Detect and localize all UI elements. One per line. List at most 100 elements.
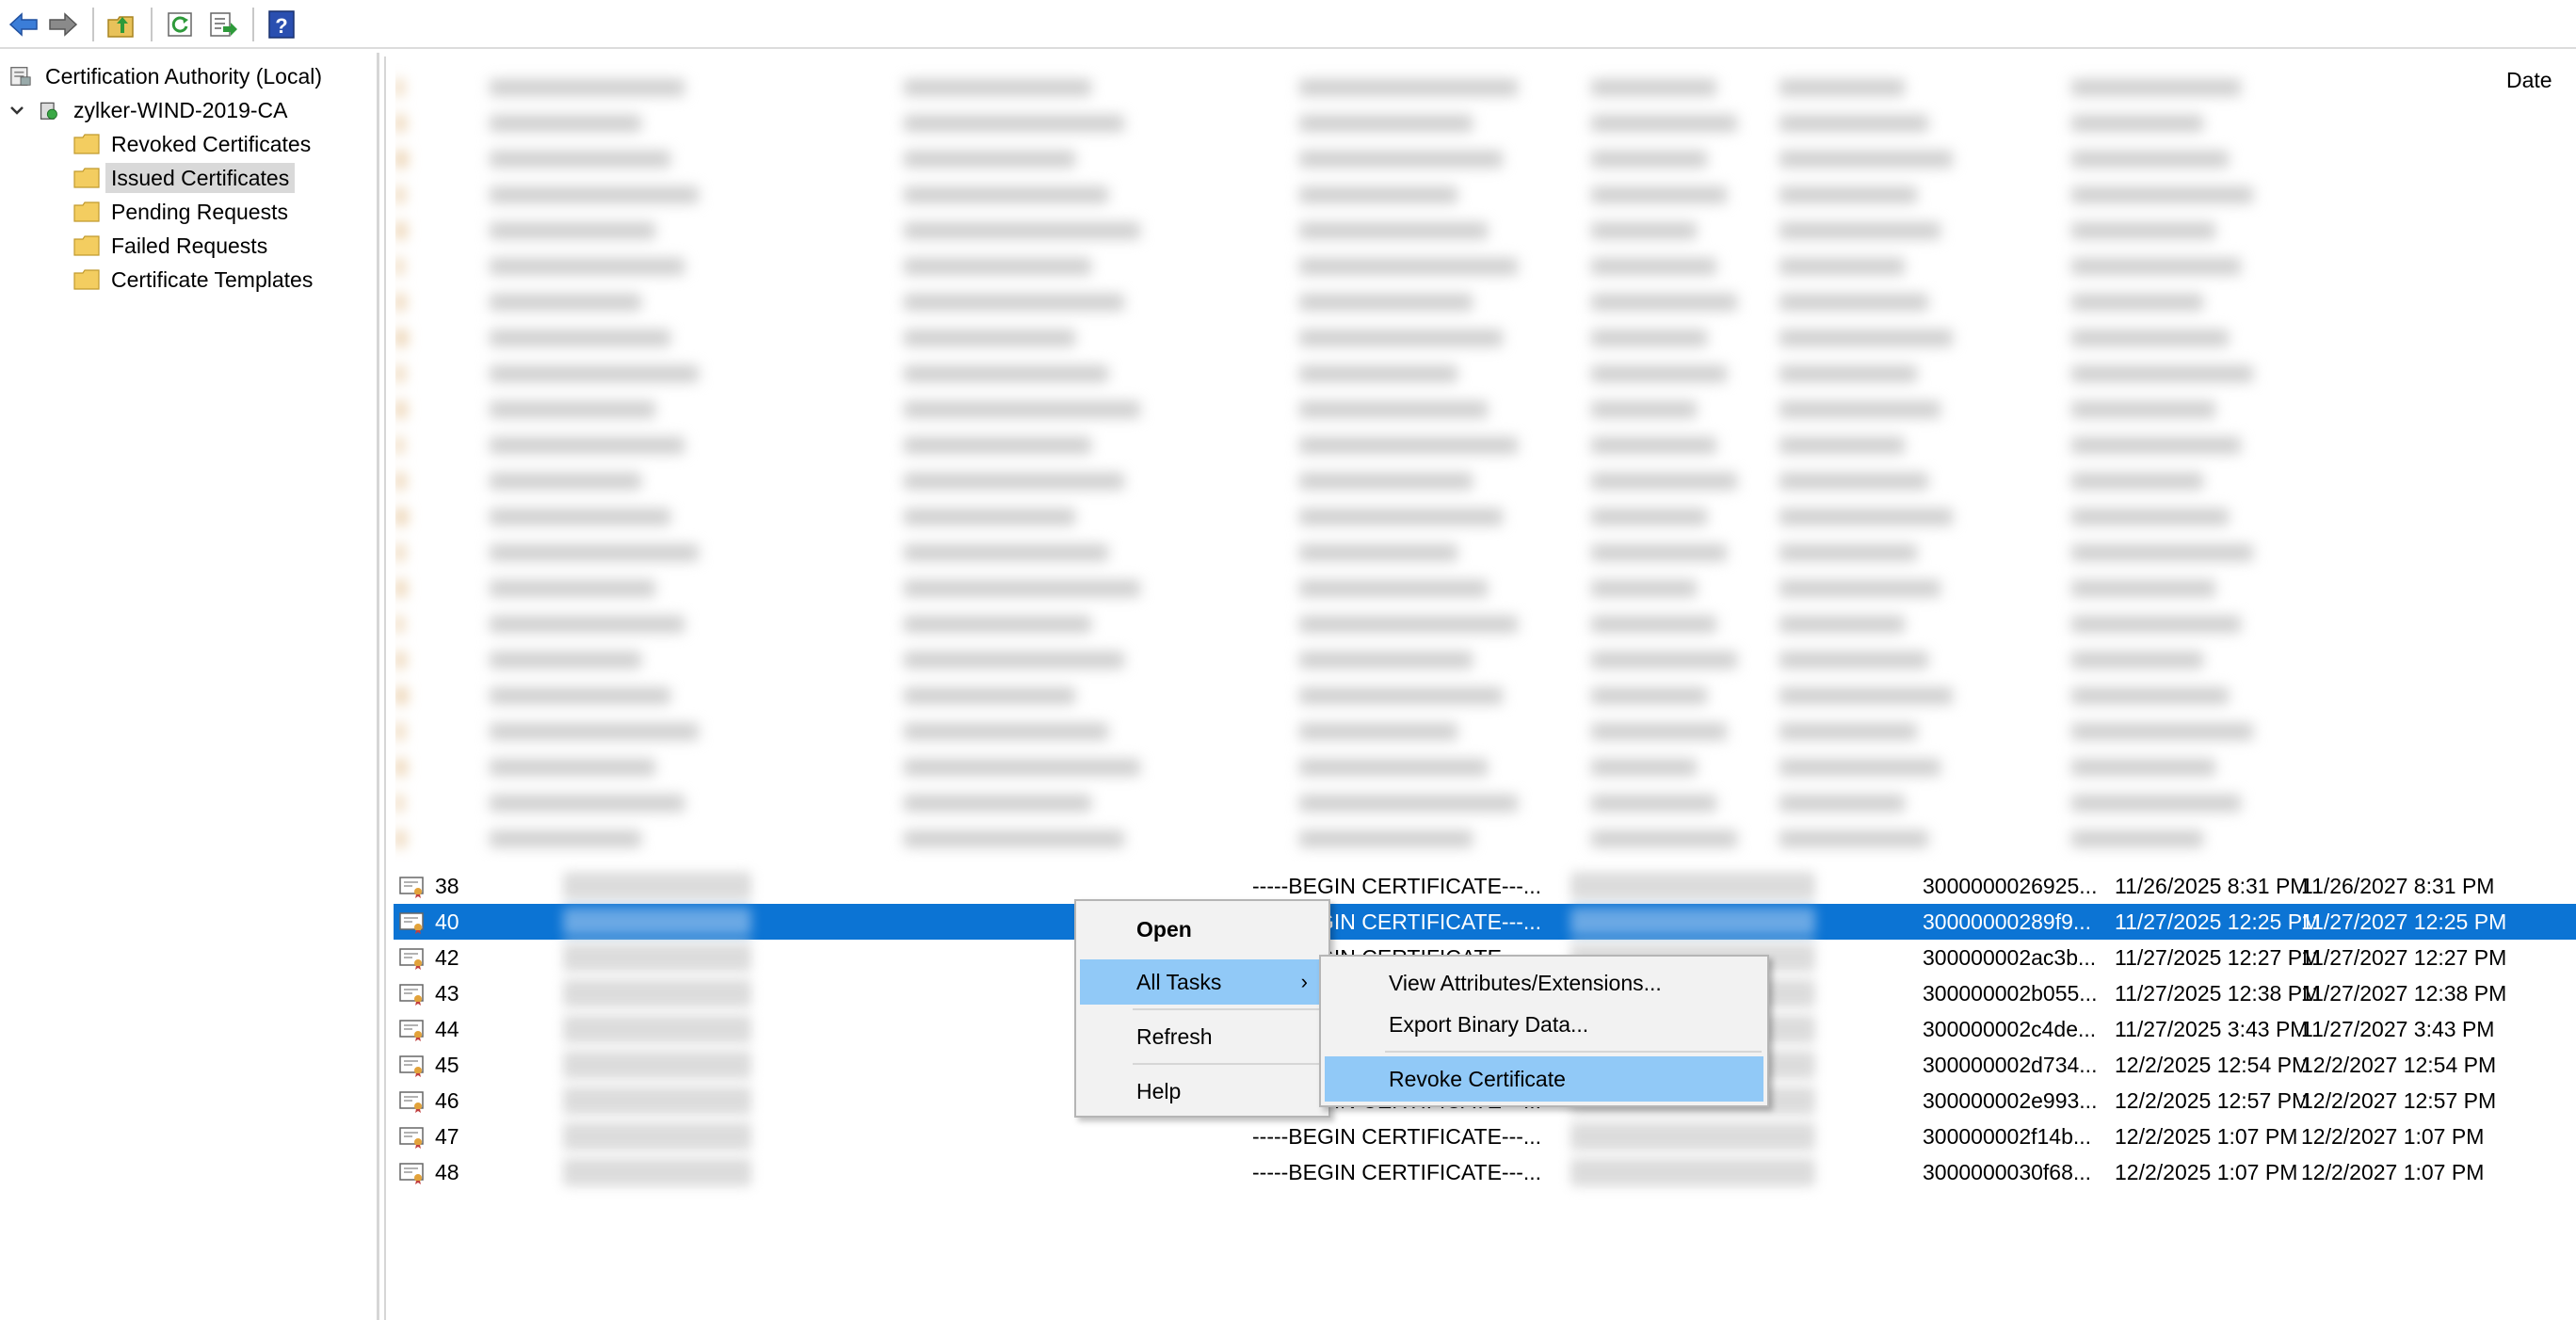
redacted-cell xyxy=(2071,616,2241,633)
redacted-cell xyxy=(490,151,670,168)
redacted-cell xyxy=(490,186,700,203)
redacted-cell xyxy=(1299,294,1473,311)
effective-date-cell: 11/26/2025 8:31 PM xyxy=(2115,874,2309,898)
menu-item-export-binary-data[interactable]: Export Binary Data... xyxy=(1325,1002,1763,1047)
redacted-cell xyxy=(1591,687,1707,704)
serial-number-cell: 300000002c4de... xyxy=(1923,1017,2097,1041)
redacted-cell xyxy=(1299,616,1518,633)
menu-item-revoke-certificate[interactable]: Revoke Certificate xyxy=(1325,1056,1763,1102)
help-icon[interactable]: ? xyxy=(264,8,299,41)
redacted-cell xyxy=(904,616,1092,633)
request-id-cell: 45 xyxy=(435,1053,459,1077)
redacted-cell xyxy=(1779,830,1929,847)
redacted-cell xyxy=(2071,401,2216,418)
serial-number-cell: 300000002ac3b... xyxy=(1923,945,2097,970)
redacted-cell xyxy=(904,759,1141,776)
redacted-cell xyxy=(1779,151,1953,168)
redacted-cell xyxy=(563,1015,751,1043)
redacted-cell xyxy=(1779,222,1940,239)
menu-item-help[interactable]: Help xyxy=(1080,1069,1325,1114)
table-row[interactable]: 40 -----BEGIN CERTIFICATE---... 3000000028… xyxy=(394,904,2576,940)
table-row[interactable]: 48 -----BEGIN CERTIFICATE---... 3000000030… xyxy=(394,1154,2576,1190)
redacted-cell xyxy=(1591,616,1717,633)
redacted-cell xyxy=(904,687,1075,704)
menu-separator xyxy=(1385,1051,1762,1053)
menu-item-open[interactable]: Open xyxy=(1080,907,1325,952)
request-id-cell: 38 xyxy=(435,874,459,898)
redacted-cell xyxy=(1591,795,1717,812)
certificate-icon xyxy=(399,948,424,970)
menu-item-all-tasks[interactable]: All Tasks › xyxy=(1080,959,1325,1005)
redacted-cell xyxy=(395,437,404,454)
tree-item-failed-requests[interactable]: Failed Requests xyxy=(73,230,273,262)
tree-item-issued-certificates[interactable]: Issued Certificates xyxy=(73,162,296,194)
menu-item-refresh[interactable]: Refresh xyxy=(1080,1014,1325,1059)
back-icon[interactable] xyxy=(6,8,41,41)
folder-icon xyxy=(73,269,100,290)
certificate-icon xyxy=(399,1055,424,1077)
tree-item-ca[interactable]: zylker-WIND-2019-CA xyxy=(8,94,293,126)
redacted-cell xyxy=(1779,723,1917,740)
redacted-cell xyxy=(1779,508,1953,525)
redacted-cell xyxy=(904,401,1141,418)
redacted-cell xyxy=(2071,508,2229,525)
request-id-cell: 42 xyxy=(435,945,459,970)
redacted-cell xyxy=(1299,759,1488,776)
redacted-cell xyxy=(395,723,405,740)
tree-folder-label: Pending Requests xyxy=(111,200,288,224)
redacted-cell xyxy=(395,473,405,490)
expiration-date-cell: 12/2/2027 1:07 PM xyxy=(2301,1124,2485,1149)
redacted-cell xyxy=(904,508,1075,525)
redacted-cell xyxy=(1299,652,1473,668)
redacted-cell xyxy=(904,652,1124,668)
effective-date-cell: 12/2/2025 12:57 PM xyxy=(2115,1088,2310,1113)
effective-date-cell: 11/27/2025 12:38 PM xyxy=(2115,981,2321,1006)
table-row[interactable]: 47 -----BEGIN CERTIFICATE---... 300000002f… xyxy=(394,1119,2576,1154)
redacted-cell xyxy=(2071,294,2203,311)
redacted-cell xyxy=(1591,79,1717,96)
redacted-cell xyxy=(490,580,656,597)
redacted-cell xyxy=(904,795,1092,812)
forward-icon[interactable] xyxy=(45,8,81,41)
redacted-cell xyxy=(490,508,670,525)
redacted-cell xyxy=(904,294,1124,311)
redacted-cell xyxy=(490,759,656,776)
redacted-cell xyxy=(1299,401,1488,418)
redacted-cell xyxy=(1299,830,1473,847)
redacted-cell xyxy=(904,222,1141,239)
redacted-cell xyxy=(1591,437,1717,454)
expiration-date-cell: 12/2/2027 12:57 PM xyxy=(2301,1088,2497,1113)
redacted-cell xyxy=(1299,580,1488,597)
export-list-icon[interactable] xyxy=(205,8,241,41)
tree-root-label: Certification Authority (Local) xyxy=(45,64,323,89)
serial-number-cell: 3000000026925... xyxy=(1923,874,2098,898)
redacted-cell xyxy=(1591,580,1697,597)
redacted-cell xyxy=(395,151,407,168)
redacted-rows xyxy=(395,60,2533,862)
tree-root-ca-local[interactable]: Certification Authority (Local) xyxy=(8,60,328,92)
certification-authority-icon xyxy=(10,67,31,86)
redacted-cell xyxy=(2071,437,2241,454)
redacted-cell xyxy=(1299,330,1503,346)
folder-icon xyxy=(73,235,100,256)
table-row[interactable]: 38 -----BEGIN CERTIFICATE---... 3000000026… xyxy=(394,868,2576,904)
chevron-down-icon[interactable] xyxy=(8,101,26,120)
tree-item-certificate-templates[interactable]: Certificate Templates xyxy=(73,264,318,296)
redacted-cell xyxy=(395,294,405,311)
redacted-cell xyxy=(563,1051,751,1079)
tree-item-revoked-certificates[interactable]: Revoked Certificates xyxy=(73,128,316,160)
redacted-cell xyxy=(904,830,1124,847)
menu-item-view-attributes[interactable]: View Attributes/Extensions... xyxy=(1325,960,1763,1006)
redacted-cell xyxy=(563,943,751,972)
binary-certificate-cell: -----BEGIN CERTIFICATE---... xyxy=(1252,1124,1542,1149)
up-folder-icon[interactable] xyxy=(104,8,139,41)
redacted-cell xyxy=(1591,508,1707,525)
redacted-cell xyxy=(1591,473,1737,490)
redacted-cell xyxy=(490,473,641,490)
redacted-cell xyxy=(2071,723,2254,740)
expiration-date-cell: 11/27/2027 12:25 PM xyxy=(2301,910,2507,934)
certificate-icon xyxy=(399,984,424,1006)
serial-number-cell: 3000000030f68... xyxy=(1923,1160,2092,1184)
refresh-icon[interactable] xyxy=(162,8,198,41)
tree-item-pending-requests[interactable]: Pending Requests xyxy=(73,196,294,228)
